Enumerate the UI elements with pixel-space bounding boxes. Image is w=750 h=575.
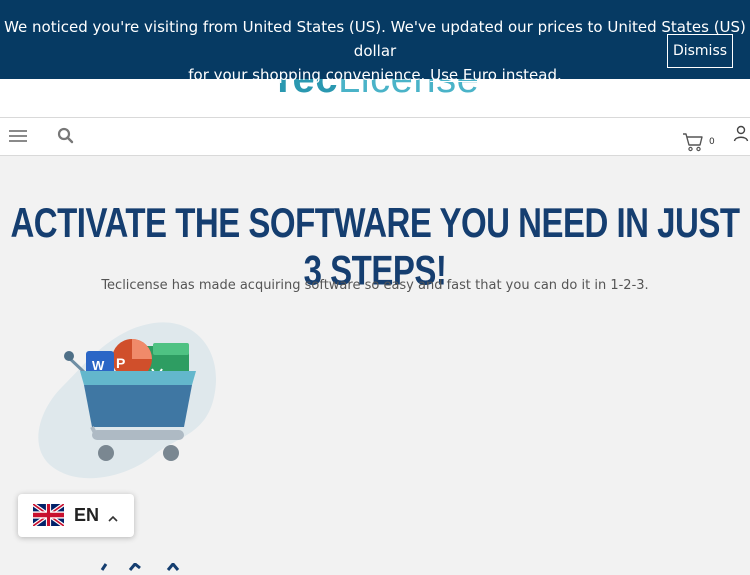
svg-text:P: P xyxy=(116,355,125,371)
currency-notice-text: We noticed you're visiting from United S… xyxy=(0,15,750,87)
hero-subtitle: Teclicense has made acquiring software s… xyxy=(101,278,649,293)
shopping-cart-illustration: P W xyxy=(36,317,221,487)
notice-text-line2: for your shopping convenience. xyxy=(188,66,426,84)
search-icon[interactable] xyxy=(57,127,75,145)
currency-notice-banner: We noticed you're visiting from United S… xyxy=(0,0,750,84)
cart-icon[interactable] xyxy=(682,132,704,152)
notice-text-line1: We noticed you're visiting from United S… xyxy=(4,18,746,60)
language-switcher[interactable]: EN xyxy=(18,494,134,537)
uk-flag-icon xyxy=(32,502,65,528)
use-euro-link[interactable]: Use Euro instead. xyxy=(430,66,562,84)
chevron-up-icon xyxy=(107,509,119,522)
user-icon[interactable] xyxy=(733,125,749,143)
cart-count: 0 xyxy=(709,137,715,147)
language-code: EN xyxy=(74,505,100,525)
svg-text:W: W xyxy=(92,358,105,373)
navigation-bar: 0 xyxy=(0,117,750,156)
dismiss-button[interactable]: Dismiss xyxy=(667,34,733,68)
hamburger-icon[interactable] xyxy=(9,130,27,143)
